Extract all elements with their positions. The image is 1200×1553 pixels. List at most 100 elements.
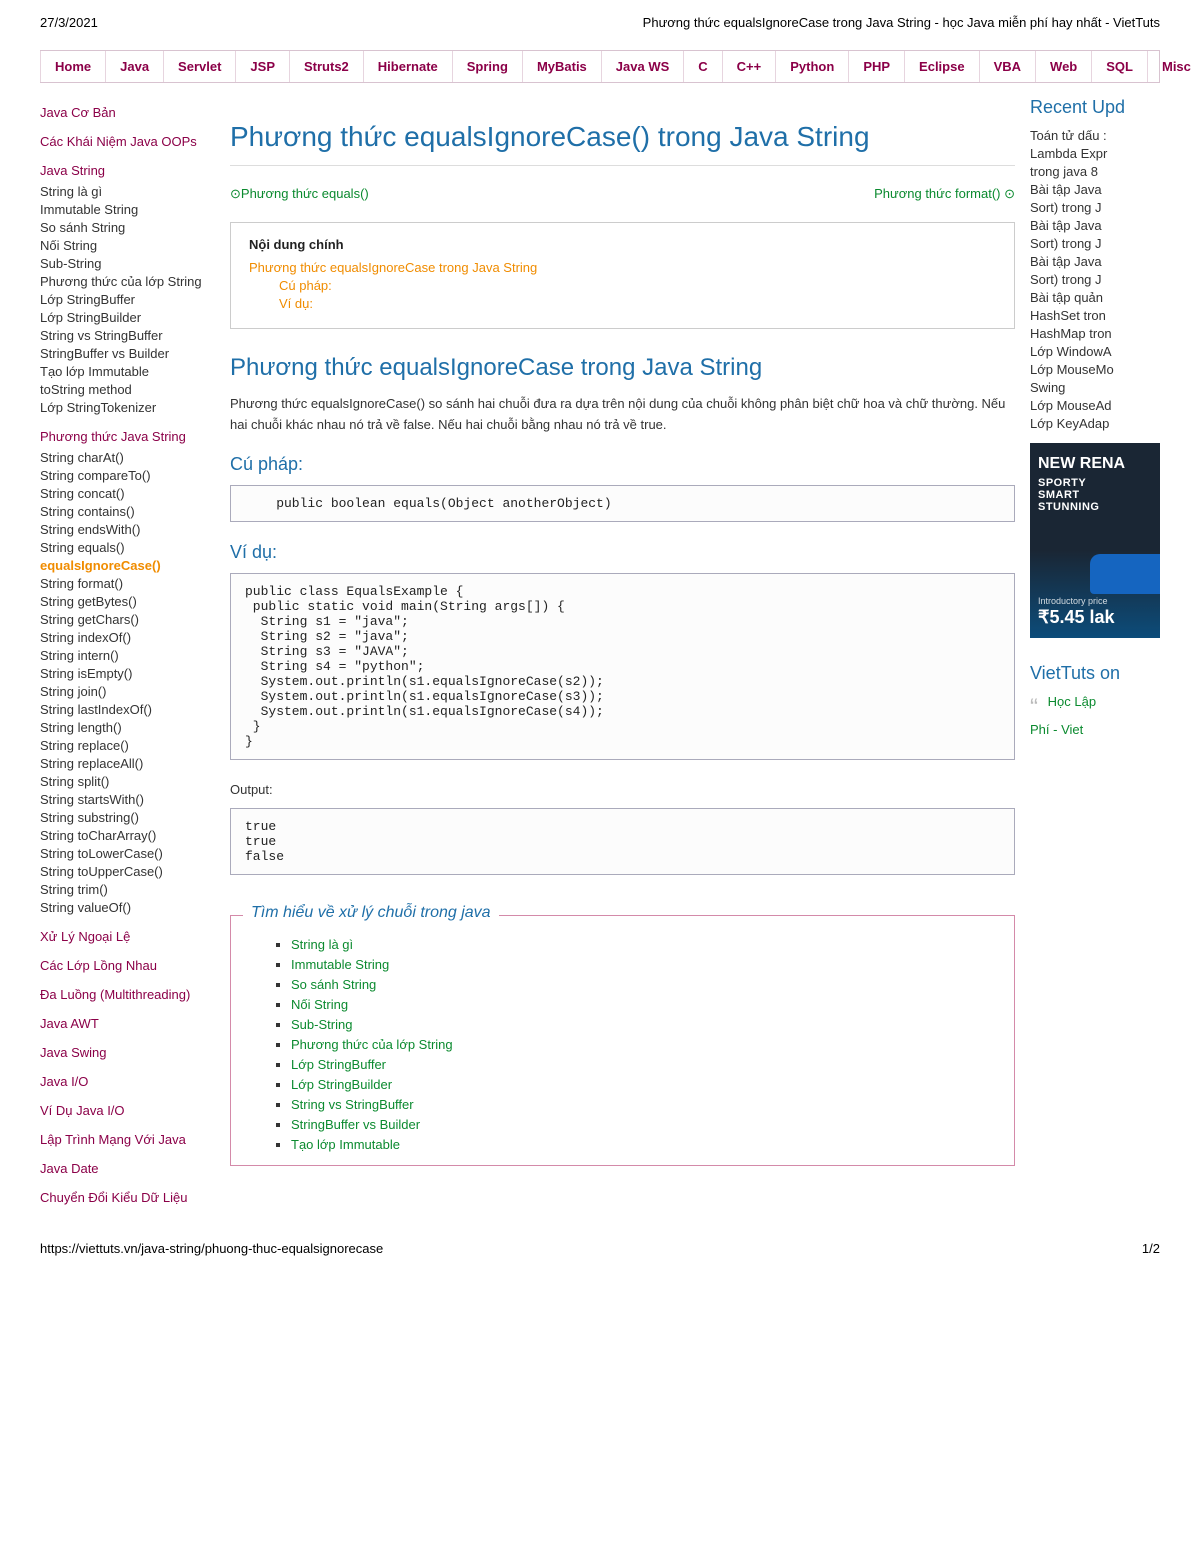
sidebar-item[interactable]: String intern() <box>40 648 215 663</box>
related-link[interactable]: String là gì <box>291 937 353 952</box>
related-link[interactable]: Lớp StringBuffer <box>291 1057 386 1072</box>
recent-item[interactable]: Bài tập quản <box>1030 290 1160 305</box>
sidebar-section-title[interactable]: Đa Luồng (Multithreading) <box>40 987 215 1002</box>
sidebar-item[interactable]: String compareTo() <box>40 468 215 483</box>
related-link[interactable]: Sub-String <box>291 1017 352 1032</box>
related-link[interactable]: Phương thức của lớp String <box>291 1037 453 1052</box>
nav-servlet[interactable]: Servlet <box>163 51 235 82</box>
sidebar-item[interactable]: String toLowerCase() <box>40 846 215 861</box>
sidebar-item[interactable]: String charAt() <box>40 450 215 465</box>
sidebar-section-title[interactable]: Chuyển Đổi Kiểu Dữ Liệu <box>40 1190 215 1205</box>
sidebar-item[interactable]: StringBuffer vs Builder <box>40 346 215 361</box>
sidebar-item[interactable]: Immutable String <box>40 202 215 217</box>
sidebar-item[interactable]: String valueOf() <box>40 900 215 915</box>
nav-eclipse[interactable]: Eclipse <box>904 51 979 82</box>
nav-sql[interactable]: SQL <box>1091 51 1147 82</box>
sidebar-item[interactable]: String replaceAll() <box>40 756 215 771</box>
sidebar-item[interactable]: String split() <box>40 774 215 789</box>
recent-item[interactable]: Lớp MouseAd <box>1030 398 1160 413</box>
sidebar-item[interactable]: Sub-String <box>40 256 215 271</box>
sidebar-item[interactable]: Phương thức của lớp String <box>40 274 215 289</box>
sidebar-item[interactable]: String substring() <box>40 810 215 825</box>
sidebar-item[interactable]: String endsWith() <box>40 522 215 537</box>
sidebar-item[interactable]: String join() <box>40 684 215 699</box>
nav-vba[interactable]: VBA <box>979 51 1035 82</box>
nav-jsp[interactable]: JSP <box>235 51 289 82</box>
sidebar-section-title[interactable]: Lập Trình Mạng Với Java <box>40 1132 215 1147</box>
nav-java[interactable]: Java <box>105 51 163 82</box>
nav-misc[interactable]: Misc <box>1147 51 1200 82</box>
recent-item[interactable]: Swing <box>1030 380 1160 395</box>
next-link[interactable]: Phương thức format() ⊙ <box>874 186 1015 202</box>
sidebar-section-title[interactable]: Java Cơ Bản <box>40 105 215 120</box>
toc-link-1[interactable]: Phương thức equalsIgnoreCase trong Java … <box>249 260 996 275</box>
sidebar-item[interactable]: String replace() <box>40 738 215 753</box>
related-link[interactable]: Tạo lớp Immutable <box>291 1137 400 1152</box>
related-link[interactable]: So sánh String <box>291 977 376 992</box>
sidebar-section-title[interactable]: Các Lớp Lồng Nhau <box>40 958 215 973</box>
sidebar-section-title[interactable]: Java AWT <box>40 1016 215 1031</box>
sidebar-section-title[interactable]: Xử Lý Ngoại Lệ <box>40 929 215 944</box>
prev-link[interactable]: ⊙Phương thức equals() <box>230 186 369 202</box>
recent-item[interactable]: Lambda Expr <box>1030 146 1160 161</box>
recent-item[interactable]: Bài tập Java <box>1030 182 1160 197</box>
recent-item[interactable]: trong java 8 <box>1030 164 1160 179</box>
sidebar-section-title[interactable]: Java Swing <box>40 1045 215 1060</box>
ad-banner[interactable]: NEW RENA SPORTYSMARTSTUNNING Introductor… <box>1030 443 1160 638</box>
related-link[interactable]: StringBuffer vs Builder <box>291 1117 420 1132</box>
sidebar-item[interactable]: String toUpperCase() <box>40 864 215 879</box>
sidebar-item[interactable]: String trim() <box>40 882 215 897</box>
recent-item[interactable]: Lớp WindowA <box>1030 344 1160 359</box>
sidebar-item[interactable]: Tạo lớp Immutable <box>40 364 215 379</box>
sidebar-item[interactable]: String equals() <box>40 540 215 555</box>
sidebar-item[interactable]: toString method <box>40 382 215 397</box>
sidebar-item[interactable]: String contains() <box>40 504 215 519</box>
recent-item[interactable]: Bài tập Java <box>1030 218 1160 233</box>
sidebar-item[interactable]: String getBytes() <box>40 594 215 609</box>
nav-struts2[interactable]: Struts2 <box>289 51 363 82</box>
recent-item[interactable]: Lớp MouseMo <box>1030 362 1160 377</box>
nav-python[interactable]: Python <box>775 51 848 82</box>
sidebar-item[interactable]: equalsIgnoreCase() <box>40 558 215 573</box>
nav-c[interactable]: C <box>683 51 721 82</box>
toc-link-3[interactable]: Ví dụ: <box>279 296 996 311</box>
sidebar-item[interactable]: String toCharArray() <box>40 828 215 843</box>
recent-item[interactable]: Lớp KeyAdap <box>1030 416 1160 431</box>
sidebar-item[interactable]: String indexOf() <box>40 630 215 645</box>
sidebar-item[interactable]: Lớp StringTokenizer <box>40 400 215 415</box>
recent-item[interactable]: Sort) trong J <box>1030 236 1160 251</box>
sidebar-section-title[interactable]: Java String <box>40 163 215 178</box>
recent-item[interactable]: Sort) trong J <box>1030 200 1160 215</box>
nav-hibernate[interactable]: Hibernate <box>363 51 452 82</box>
sidebar-item[interactable]: String getChars() <box>40 612 215 627</box>
recent-item[interactable]: Toán tử dấu : <box>1030 128 1160 143</box>
sidebar-item[interactable]: So sánh String <box>40 220 215 235</box>
sidebar-item[interactable]: Nối String <box>40 238 215 253</box>
nav-mybatis[interactable]: MyBatis <box>522 51 601 82</box>
sidebar-item[interactable]: String format() <box>40 576 215 591</box>
sidebar-section-title[interactable]: Ví Dụ Java I/O <box>40 1103 215 1118</box>
related-link[interactable]: Immutable String <box>291 957 389 972</box>
sidebar-item[interactable]: Lớp StringBuilder <box>40 310 215 325</box>
sidebar-section-title[interactable]: Các Khái Niệm Java OOPs <box>40 134 215 149</box>
recent-item[interactable]: Sort) trong J <box>1030 272 1160 287</box>
related-link[interactable]: Nối String <box>291 997 348 1012</box>
sidebar-item[interactable]: String isEmpty() <box>40 666 215 681</box>
sidebar-item[interactable]: String length() <box>40 720 215 735</box>
nav-php[interactable]: PHP <box>848 51 904 82</box>
recent-item[interactable]: HashMap tron <box>1030 326 1160 341</box>
sidebar-item[interactable]: String vs StringBuffer <box>40 328 215 343</box>
sidebar-item[interactable]: String lastIndexOf() <box>40 702 215 717</box>
related-link[interactable]: Lớp StringBuilder <box>291 1077 392 1092</box>
sidebar-section-title[interactable]: Phương thức Java String <box>40 429 215 444</box>
nav-web[interactable]: Web <box>1035 51 1091 82</box>
sidebar-item[interactable]: String concat() <box>40 486 215 501</box>
nav-c-[interactable]: C++ <box>722 51 776 82</box>
sidebar-item[interactable]: Lớp StringBuffer <box>40 292 215 307</box>
sidebar-section-title[interactable]: Java Date <box>40 1161 215 1176</box>
toc-link-2[interactable]: Cú pháp: <box>279 278 996 293</box>
nav-home[interactable]: Home <box>40 51 105 82</box>
facebook-link[interactable]: Học LậpPhí - Viet <box>1030 694 1096 737</box>
sidebar-item[interactable]: String là gì <box>40 184 215 199</box>
sidebar-section-title[interactable]: Java I/O <box>40 1074 215 1089</box>
